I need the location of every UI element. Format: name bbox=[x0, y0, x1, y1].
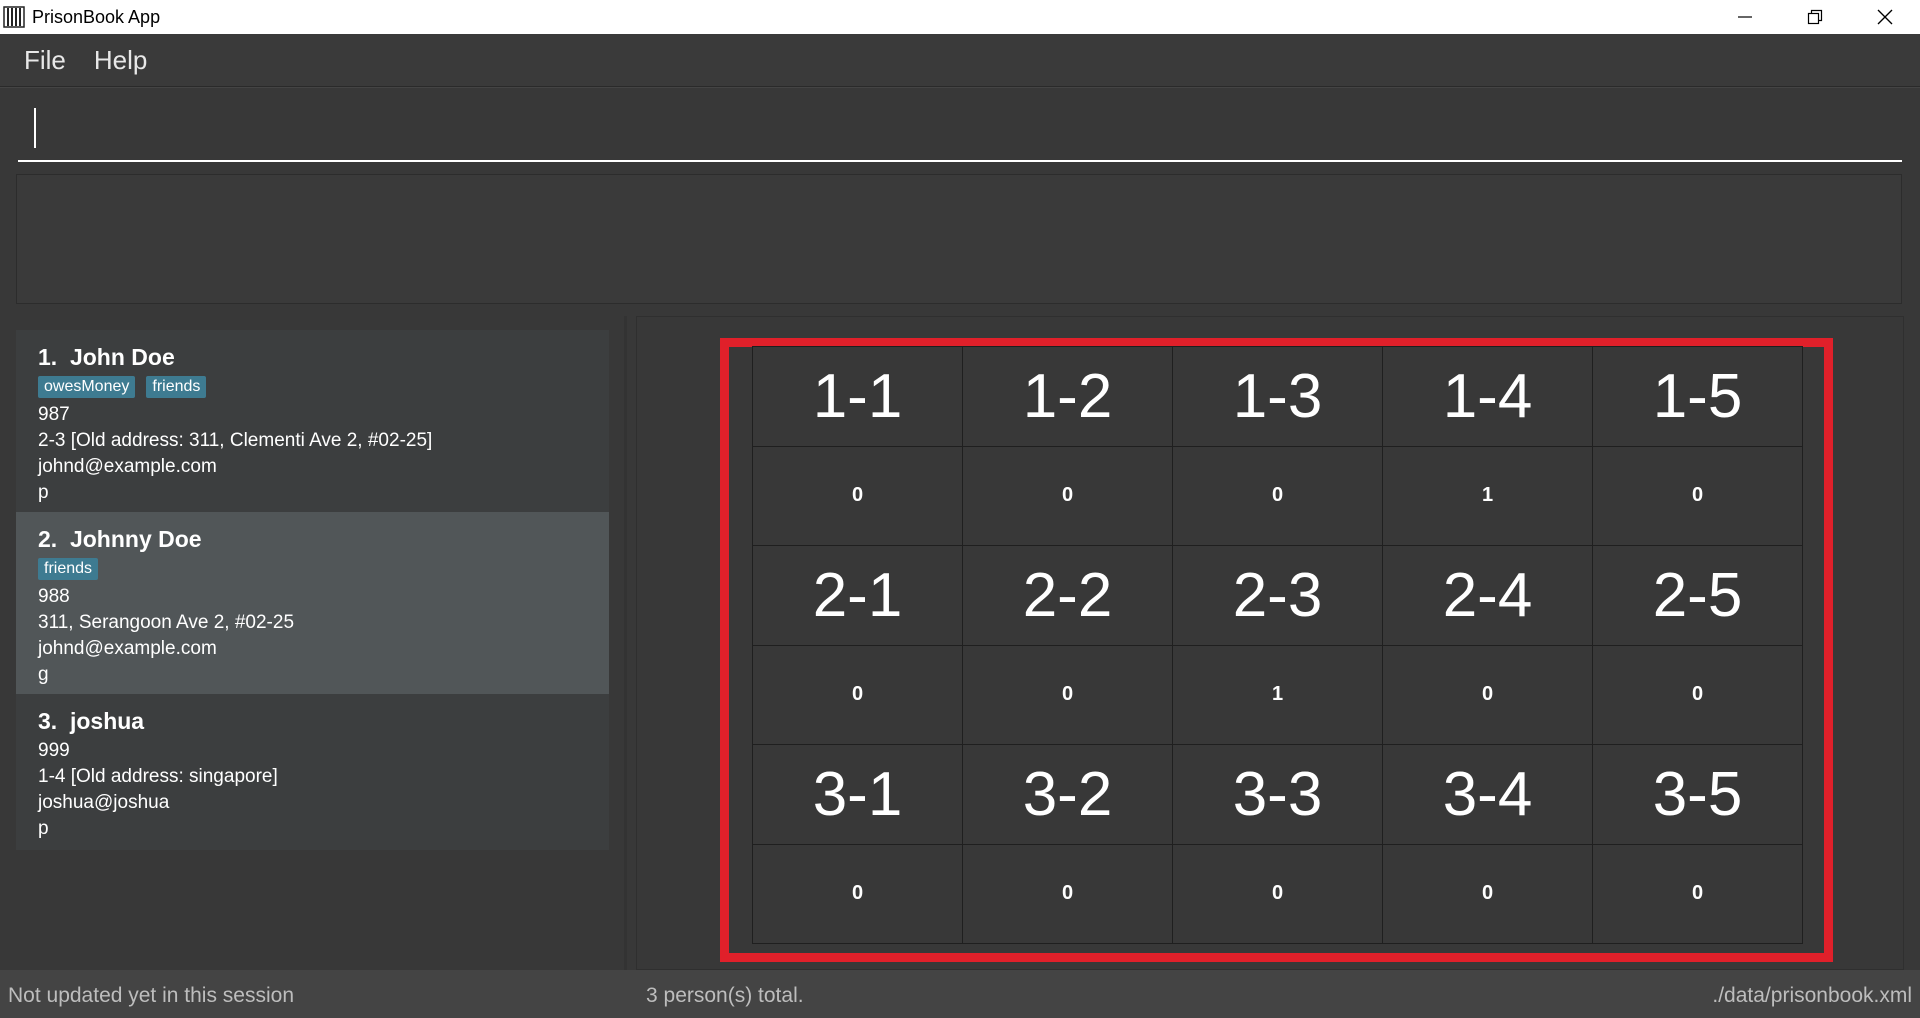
result-display[interactable] bbox=[16, 174, 1902, 304]
cell-count: 0 bbox=[963, 844, 1173, 944]
cell-count: 0 bbox=[1593, 446, 1803, 546]
close-button[interactable] bbox=[1850, 0, 1920, 34]
save-location: ./data/prisonbook.xml bbox=[1712, 984, 1912, 1007]
cell-label: 1-3 bbox=[1173, 347, 1383, 447]
cell-label: 3-2 bbox=[963, 745, 1173, 845]
tag-list: friends bbox=[38, 558, 609, 580]
tag: friends bbox=[146, 376, 207, 398]
cell-count: 1 bbox=[1173, 645, 1383, 745]
cell-count: 0 bbox=[753, 645, 963, 745]
person-phone: 988 bbox=[38, 586, 70, 607]
person-extra: g bbox=[38, 664, 49, 685]
title-bar: PrisonBook App bbox=[0, 0, 1920, 34]
person-index: 2. bbox=[38, 526, 58, 552]
cell-grid: 1-1 1-2 1-3 1-4 1-5 0 0 0 1 0 2-1 2-2 2-… bbox=[752, 346, 1803, 944]
app-icon bbox=[2, 5, 26, 29]
cell-count: 0 bbox=[1173, 446, 1383, 546]
restore-icon bbox=[1807, 9, 1823, 25]
person-name: 1. John Doe bbox=[38, 340, 609, 374]
cell-count: 0 bbox=[1593, 844, 1803, 944]
person-card-1[interactable]: 1. John Doe owesMoney friends 987 2-3 [O… bbox=[16, 330, 609, 512]
close-icon bbox=[1877, 9, 1893, 25]
cell-count: 0 bbox=[963, 645, 1173, 745]
cell-count: 0 bbox=[753, 446, 963, 546]
text-cursor bbox=[34, 108, 36, 148]
person-email: johnd@example.com bbox=[38, 456, 217, 477]
cell-label: 3-4 bbox=[1383, 745, 1593, 845]
person-phone: 999 bbox=[38, 740, 70, 761]
minimize-icon bbox=[1738, 16, 1752, 18]
cell-count: 0 bbox=[753, 844, 963, 944]
person-index: 1. bbox=[38, 344, 58, 370]
tag: friends bbox=[38, 558, 99, 580]
total-persons: 3 person(s) total. bbox=[646, 984, 804, 1007]
window-title: PrisonBook App bbox=[32, 6, 161, 27]
person-name: 3. joshua bbox=[38, 704, 609, 738]
restore-button[interactable] bbox=[1780, 0, 1850, 34]
person-address: 2-3 [Old address: 311, Clementi Ave 2, #… bbox=[38, 430, 433, 451]
person-name-text: joshua bbox=[69, 708, 145, 734]
menu-bar: File Help bbox=[0, 34, 1920, 87]
person-name-text: Johnny Doe bbox=[69, 526, 202, 552]
cell-label: 2-1 bbox=[753, 546, 963, 646]
person-extra: p bbox=[38, 482, 49, 503]
person-list-panel[interactable]: 1. John Doe owesMoney friends 987 2-3 [O… bbox=[0, 316, 627, 970]
person-name: 2. Johnny Doe bbox=[38, 522, 609, 556]
person-extra: p bbox=[38, 818, 49, 839]
cell-count: 0 bbox=[1383, 645, 1593, 745]
cell-label: 3-1 bbox=[753, 745, 963, 845]
command-input[interactable] bbox=[18, 100, 1902, 162]
window-controls bbox=[1710, 0, 1920, 34]
cell-label: 1-4 bbox=[1383, 347, 1593, 447]
person-phone: 987 bbox=[38, 404, 70, 425]
minimize-button[interactable] bbox=[1710, 0, 1780, 34]
tag-list: owesMoney friends bbox=[38, 376, 609, 398]
person-index: 3. bbox=[38, 708, 58, 734]
cell-label: 2-2 bbox=[963, 546, 1173, 646]
cell-label: 2-4 bbox=[1383, 546, 1593, 646]
person-address: 311, Serangoon Ave 2, #02-25 bbox=[38, 612, 295, 633]
command-box-panel bbox=[0, 87, 1920, 170]
person-email: johnd@example.com bbox=[38, 638, 217, 659]
cell-count: 0 bbox=[963, 446, 1173, 546]
menu-help[interactable]: Help bbox=[94, 45, 147, 76]
person-address: 1-4 [Old address: singapore] bbox=[38, 766, 278, 787]
sync-status: Not updated yet in this session bbox=[8, 984, 295, 1007]
cell-count: 1 bbox=[1383, 446, 1593, 546]
cell-count: 0 bbox=[1383, 844, 1593, 944]
cell-label: 2-5 bbox=[1593, 546, 1803, 646]
person-card-3[interactable]: 3. joshua 999 1-4 [Old address: singapor… bbox=[16, 694, 609, 850]
person-name-text: John Doe bbox=[69, 344, 175, 370]
cell-label: 3-3 bbox=[1173, 745, 1383, 845]
person-email: joshua@joshua bbox=[38, 792, 170, 813]
person-card-2[interactable]: 2. Johnny Doe friends 988 311, Serangoon… bbox=[16, 512, 609, 694]
tag: owesMoney bbox=[38, 376, 136, 398]
cell-label: 1-1 bbox=[753, 347, 963, 447]
cell-label: 3-5 bbox=[1593, 745, 1803, 845]
cell-label: 1-5 bbox=[1593, 347, 1803, 447]
cell-label: 2-3 bbox=[1173, 546, 1383, 646]
cell-label: 1-2 bbox=[963, 347, 1173, 447]
status-bar: Not updated yet in this session 3 person… bbox=[0, 970, 1920, 1018]
menu-file[interactable]: File bbox=[24, 45, 66, 76]
cell-count: 0 bbox=[1173, 844, 1383, 944]
cell-count: 0 bbox=[1593, 645, 1803, 745]
